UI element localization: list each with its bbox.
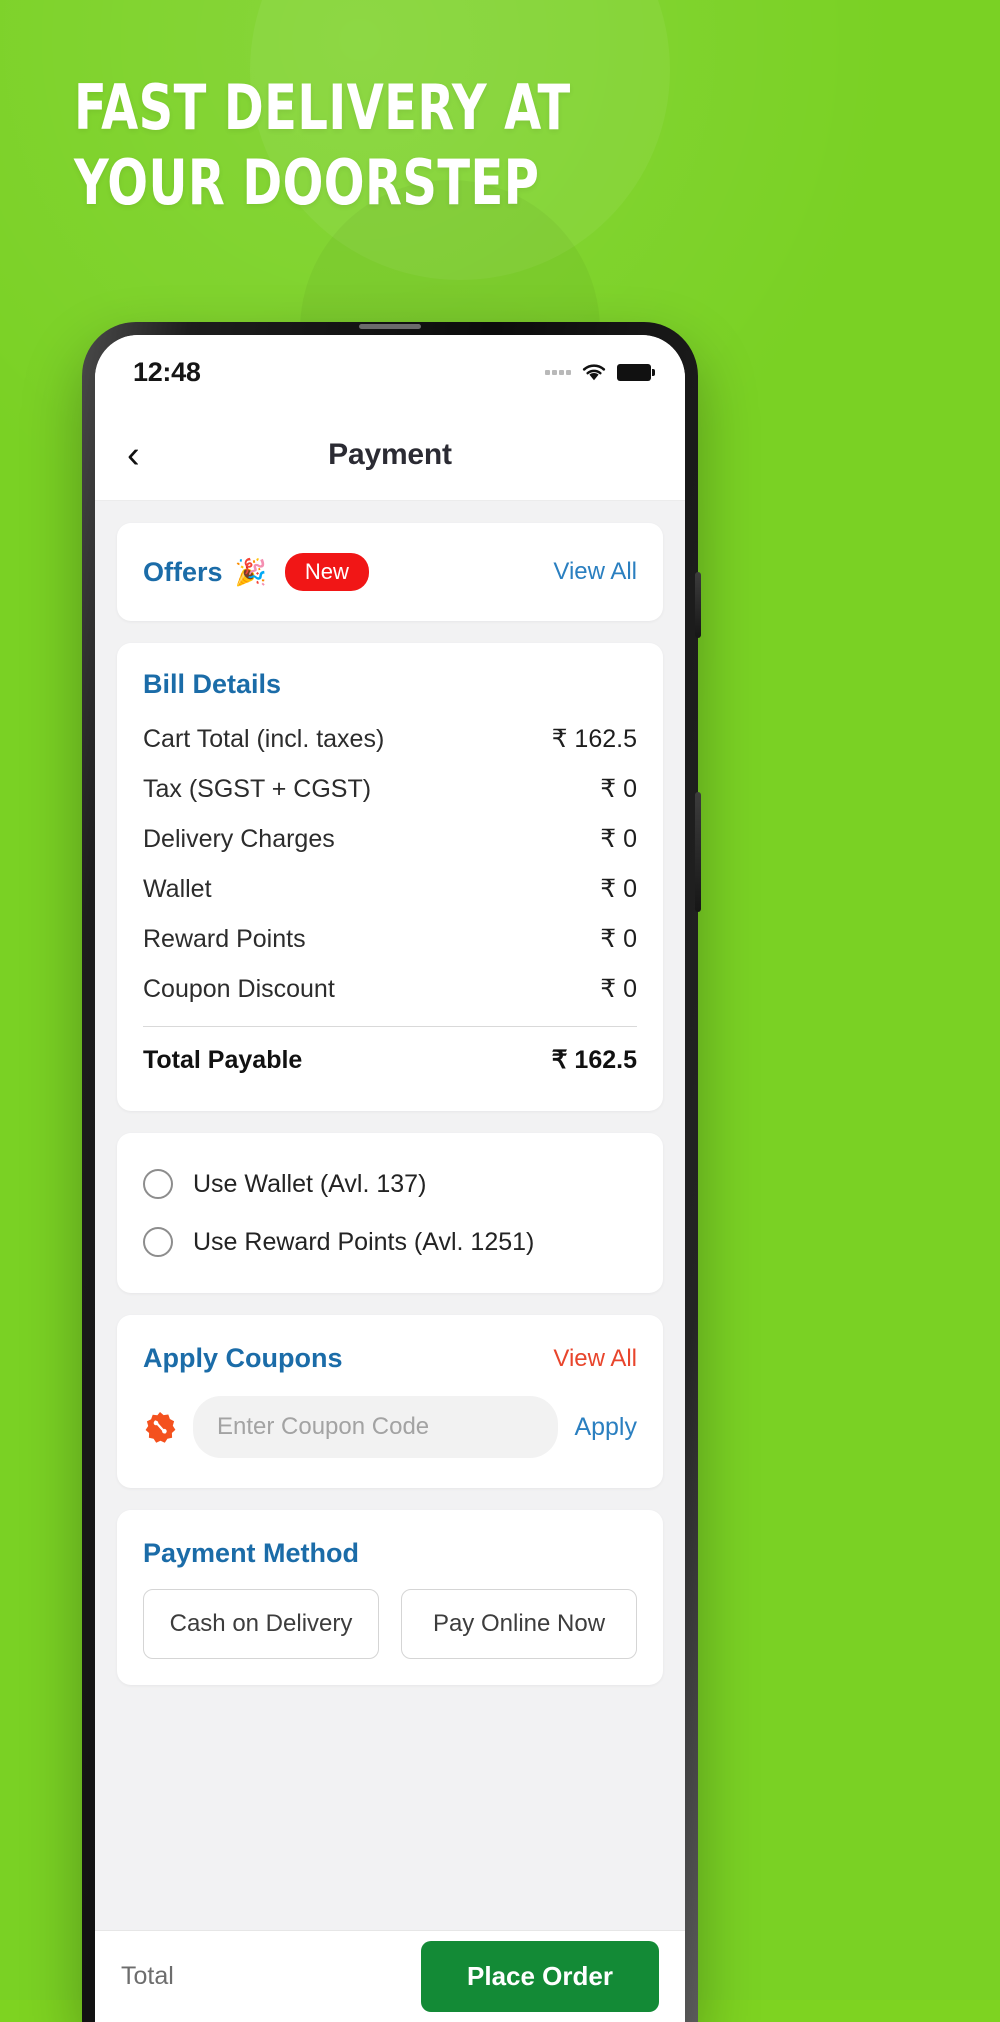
page-title: Payment — [328, 437, 452, 471]
phone-mockup: 12:48 ‹ Payment Offers 🎉 New View All Bi… — [82, 322, 701, 2022]
radio-unchecked-icon[interactable] — [143, 1169, 173, 1199]
radio-unchecked-icon[interactable] — [143, 1227, 173, 1257]
bill-row: Reward Points ₹ 0 — [143, 914, 637, 964]
divider — [143, 1026, 637, 1027]
apply-coupons-card: Apply Coupons View All Apply — [117, 1315, 663, 1488]
coupon-header: Apply Coupons View All — [117, 1315, 663, 1388]
battery-full-icon — [617, 363, 655, 381]
place-order-button[interactable]: Place Order — [421, 1941, 659, 2012]
phone-volume-button — [695, 572, 701, 638]
phone-speaker — [359, 324, 421, 329]
bill-row-amount: ₹ 0 — [600, 775, 637, 803]
phone-power-button — [695, 792, 701, 912]
bill-row-label: Wallet — [143, 874, 212, 903]
bill-row-label: Delivery Charges — [143, 824, 335, 853]
offers-row: Offers 🎉 New View All — [117, 523, 663, 621]
coupon-code-input[interactable] — [193, 1396, 559, 1458]
use-reward-points-label: Use Reward Points (Avl. 1251) — [193, 1227, 535, 1256]
use-wallet-label: Use Wallet (Avl. 137) — [193, 1169, 427, 1198]
use-reward-points-option[interactable]: Use Reward Points (Avl. 1251) — [143, 1213, 637, 1271]
bill-details-card: Bill Details Cart Total (incl. taxes) ₹ … — [117, 643, 663, 1111]
offers-view-all-link[interactable]: View All — [553, 558, 637, 586]
bottom-action-bar: Total Place Order — [95, 1930, 685, 2022]
bill-row: Tax (SGST + CGST) ₹ 0 — [143, 764, 637, 814]
bottom-total-label: Total — [121, 1962, 174, 1990]
chevron-left-icon[interactable]: ‹ — [127, 436, 167, 474]
payment-option-cash-on-delivery[interactable]: Cash on Delivery — [143, 1589, 379, 1659]
bill-row: Wallet ₹ 0 — [143, 864, 637, 914]
total-payable-label: Total Payable — [143, 1045, 303, 1074]
total-payable-row: Total Payable ₹ 162.5 — [143, 1033, 637, 1085]
bill-row-amount: ₹ 0 — [600, 975, 637, 1003]
bill-row-label: Tax (SGST + CGST) — [143, 774, 372, 803]
payment-option-pay-online-now[interactable]: Pay Online Now — [401, 1589, 637, 1659]
promo-headline: FAST DELIVERY AT YOUR DOORSTEP — [74, 71, 571, 219]
party-popper-icon: 🎉 — [234, 557, 267, 587]
apply-coupon-button[interactable]: Apply — [574, 1413, 637, 1442]
wifi-icon — [582, 364, 606, 381]
bill-row: Coupon Discount ₹ 0 — [143, 964, 637, 1014]
use-wallet-option[interactable]: Use Wallet (Avl. 137) — [143, 1155, 637, 1213]
offers-card[interactable]: Offers 🎉 New View All — [117, 523, 663, 621]
status-icons — [545, 362, 655, 382]
status-bar: 12:48 — [95, 335, 685, 409]
bill-row-amount: ₹ 0 — [600, 875, 637, 903]
app-bar: ‹ Payment — [95, 409, 685, 501]
bill-row-label: Reward Points — [143, 924, 306, 953]
status-time: 12:48 — [133, 356, 201, 387]
payment-method-card: Payment Method Cash on Delivery Pay Onli… — [117, 1510, 663, 1685]
bill-row-label: Cart Total (incl. taxes) — [143, 724, 385, 753]
signal-dots-icon — [545, 369, 571, 375]
offers-title: Offers — [143, 556, 223, 587]
bill-row-amount: ₹ 0 — [600, 825, 637, 853]
bill-row-amount: ₹ 162.5 — [551, 725, 637, 753]
coupon-input-row: Apply — [117, 1388, 663, 1488]
bill-row-amount: ₹ 0 — [600, 925, 637, 953]
coupon-tag-icon — [145, 1412, 176, 1443]
total-payable-amount: ₹ 162.5 — [551, 1046, 637, 1074]
wallet-rewards-card: Use Wallet (Avl. 137) Use Reward Points … — [117, 1133, 663, 1293]
apply-coupons-title: Apply Coupons — [143, 1343, 343, 1373]
bill-row-label: Coupon Discount — [143, 974, 335, 1003]
coupons-view-all-link[interactable]: View All — [553, 1345, 637, 1373]
payment-method-options: Cash on Delivery Pay Online Now — [143, 1589, 637, 1659]
bill-row: Cart Total (incl. taxes) ₹ 162.5 — [143, 714, 637, 764]
new-badge: New — [284, 553, 369, 591]
screen-scroll-body[interactable]: Offers 🎉 New View All Bill Details Cart … — [95, 501, 685, 2022]
payment-method-title: Payment Method — [143, 1538, 360, 1568]
bill-row: Delivery Charges ₹ 0 — [143, 814, 637, 864]
bill-details-title: Bill Details — [143, 669, 282, 699]
offers-left-group: Offers 🎉 New — [143, 553, 369, 591]
phone-screen: 12:48 ‹ Payment Offers 🎉 New View All Bi… — [95, 335, 685, 2022]
